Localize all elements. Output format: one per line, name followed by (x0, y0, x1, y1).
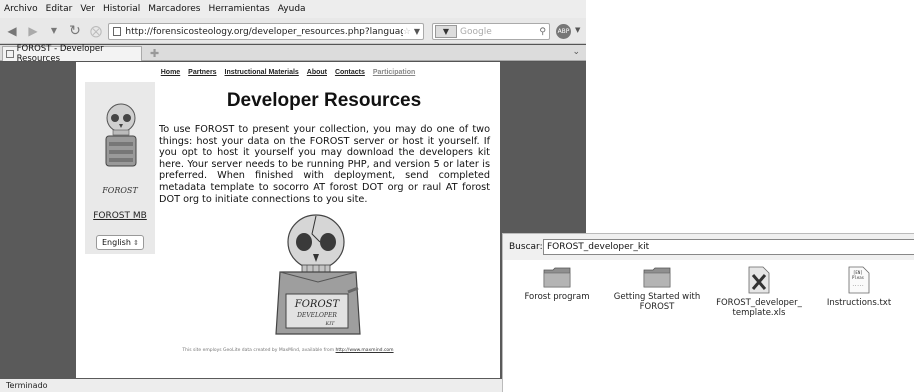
address-bar[interactable]: http://forensicosteology.org/developer_r… (108, 23, 424, 40)
select-arrows-icon[interactable]: ⇕ (133, 239, 139, 247)
menu-herramientas[interactable]: Herramientas (208, 4, 269, 14)
history-dropdown-icon[interactable]: ▼ (45, 22, 63, 40)
svg-text:.....: ..... (852, 282, 864, 287)
browser-content-area: Home Partners Instructional Materials Ab… (0, 62, 586, 379)
web-page: Home Partners Instructional Materials Ab… (76, 62, 500, 378)
menu-bar: Archivo Editar Ver Historial Marcadores … (0, 0, 586, 18)
search-label: Buscar: (509, 242, 543, 252)
forward-arrow-icon[interactable]: ▶ (24, 22, 42, 40)
language-select-value[interactable]: English (102, 238, 131, 247)
site-navigation: Home Partners Instructional Materials Ab… (76, 69, 500, 76)
file-item-label: FOROST_developer_ template.xls (716, 298, 802, 318)
reload-icon[interactable]: ↻ (66, 22, 84, 40)
adblock-icon[interactable]: ABP (556, 24, 571, 39)
menu-editar[interactable]: Editar (46, 4, 73, 14)
page-title: Developer Resources (226, 90, 422, 111)
search-placeholder[interactable]: Google (460, 27, 492, 37)
nav-link-about[interactable]: About (307, 69, 327, 76)
bookmark-star-icon[interactable]: ☆ (403, 27, 411, 37)
side-panel: FOROST FOROST MB English ⇕ (85, 82, 155, 254)
spreadsheet-icon (748, 266, 770, 294)
file-search-value[interactable]: FOROST_developer_kit (547, 242, 649, 252)
search-bar[interactable]: ▼ Google ⚲ (432, 23, 550, 40)
site-identity-icon[interactable] (113, 27, 122, 36)
search-icon[interactable]: ⚲ (539, 27, 546, 37)
menu-ayuda[interactable]: Ayuda (278, 4, 306, 14)
menu-archivo[interactable]: Archivo (4, 4, 38, 14)
page-footer: This site employs GeoLite data created b… (76, 348, 500, 353)
status-text: Terminado (6, 381, 48, 390)
kit-label-kit: KIT (324, 321, 335, 327)
nav-link-participation[interactable]: Participation (373, 69, 415, 76)
adblock-dropdown-icon[interactable]: ▼ (575, 26, 580, 34)
browser-window: Archivo Editar Ver Historial Marcadores … (0, 0, 586, 392)
file-item[interactable]: Forost program (507, 266, 607, 302)
new-tab-plus-icon[interactable]: ✚ (150, 47, 159, 60)
menu-historial[interactable]: Historial (103, 4, 140, 14)
forost-skull-logo-icon (105, 103, 137, 167)
nav-link-contacts[interactable]: Contacts (335, 69, 365, 76)
kit-label-forost: FOROST (294, 299, 341, 310)
forost-mb-link[interactable]: FOROST MB (85, 211, 155, 221)
file-item[interactable]: FOROST_developer_ template.xls (709, 266, 809, 318)
search-row: Buscar: FOROST_developer_kit (503, 234, 914, 260)
file-item-label: Instructions.txt (826, 298, 892, 308)
folder-icon (643, 267, 671, 288)
back-arrow-icon[interactable]: ◀ (3, 22, 21, 40)
svg-text:Pleas: Pleas (852, 275, 865, 280)
folder-icon (543, 267, 571, 288)
desktop: Archivo Editar Ver Historial Marcadores … (0, 0, 914, 392)
url-dropdown-icon[interactable]: ▼ (414, 27, 420, 36)
tab-list-chevron-icon[interactable]: ⌄ (572, 47, 580, 57)
menu-ver[interactable]: Ver (80, 4, 95, 14)
footer-link[interactable]: http://www.maxmind.com (336, 348, 394, 353)
stop-icon[interactable]: ⨂ (87, 22, 105, 40)
forost-developer-kit-logo-icon: FOROST DEVELOPER KIT (275, 214, 361, 335)
text-file-icon: [EN] Pleas ..... (848, 266, 870, 294)
favicon-icon (6, 50, 14, 58)
file-search-input[interactable]: FOROST_developer_kit (543, 239, 914, 255)
page-body-text: To use FOROST to present your collection… (159, 124, 490, 205)
footer-text: This site employs GeoLite data created b… (182, 348, 335, 353)
nav-link-partners[interactable]: Partners (188, 69, 216, 76)
file-item[interactable]: [EN] Pleas ..... Instructions.txt (809, 266, 909, 308)
url-text[interactable]: http://forensicosteology.org/developer_r… (125, 27, 402, 37)
file-item[interactable]: Getting Started with FOROST (607, 266, 707, 312)
language-select[interactable]: English ⇕ (96, 235, 144, 250)
navigation-toolbar: ◀ ▶ ▼ ↻ ⨂ ⌂ http://forensicosteology.org… (0, 18, 586, 44)
kit-label-developer: DEVELOPER (296, 312, 337, 319)
forost-caption: FOROST (102, 186, 138, 195)
tab-label: FOROST - Developer Resources (16, 44, 104, 64)
nav-link-instructional-materials[interactable]: Instructional Materials (225, 69, 299, 76)
file-browser-window: Buscar: FOROST_developer_kit Forost prog… (502, 233, 914, 392)
tab-bar: FOROST - Developer Resources ✚ ⌄ (0, 44, 586, 64)
status-bar: Terminado (0, 379, 586, 392)
file-item-label: Getting Started with FOROST (613, 292, 701, 312)
file-grid: Forost program Getting Started with FORO… (503, 261, 914, 392)
tab-forost-developer-resources[interactable]: FOROST - Developer Resources (2, 44, 142, 64)
file-item-label: Forost program (524, 292, 590, 302)
nav-link-home[interactable]: Home (161, 69, 180, 76)
menu-marcadores[interactable]: Marcadores (148, 4, 200, 14)
search-engine-icon[interactable]: ▼ (435, 25, 457, 38)
